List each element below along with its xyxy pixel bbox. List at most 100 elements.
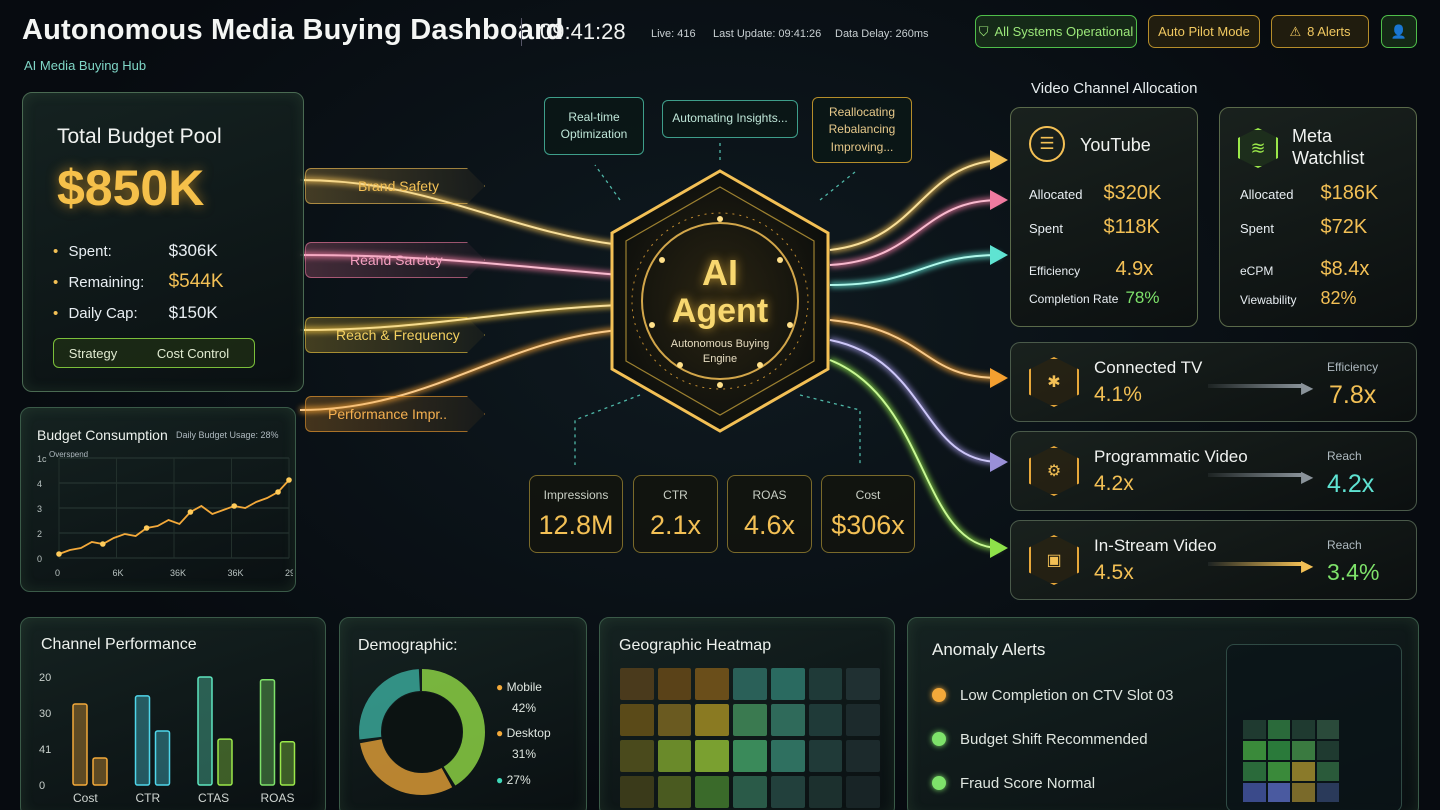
bar (72, 703, 88, 786)
youtube-allocated-row: Allocated $320K (1029, 182, 1194, 205)
heatmap-cell (657, 668, 692, 700)
alert-item[interactable]: Budget Shift Recommended (932, 717, 1173, 761)
viewability-label: Viewability (1240, 293, 1297, 307)
heatmap-cell (770, 668, 805, 700)
heatmap-cell (770, 776, 805, 808)
programmatic-name: Programmatic Video (1094, 447, 1248, 466)
meta-allocated-row: Allocated $186K (1240, 182, 1410, 205)
map-cell (1243, 741, 1266, 760)
budget-consumption-title: Budget Consumption (37, 427, 168, 443)
meta-card[interactable]: ≋ Meta Watchlist Allocated $186K Spent $… (1219, 107, 1417, 327)
youtube-card[interactable]: ☰ YouTube Allocated $320K Spent $118K Ef… (1010, 107, 1198, 327)
bullet-icon: • (53, 274, 59, 291)
alert-item[interactable]: Low Completion on CTV Slot 03 (932, 673, 1173, 717)
channel-performance-chart: 20 30 41 0 Cost CTR CTAS ROAS (39, 672, 296, 805)
meta-cpm-row: eCPM $8.4x (1240, 258, 1410, 281)
spent-value: $306K (168, 241, 218, 260)
data-point (100, 541, 106, 547)
arrow-head: ▶ (1301, 558, 1314, 575)
programmatic-value: 4.2x (1094, 472, 1134, 495)
ai-agent-title-1: AI (702, 252, 738, 293)
channel-performance-title: Channel Performance (41, 636, 197, 653)
heatmap-cell (695, 668, 730, 700)
bullet-icon: • (53, 243, 59, 260)
desktop-label: Desktop (506, 726, 551, 740)
connected-tv-card[interactable]: ✱ Connected TV 4.1% ▶ Efficiency 7.8x (1010, 342, 1417, 422)
map-cell (1243, 720, 1266, 739)
tag-realtime-optimization: Real-time Optimization (544, 97, 644, 155)
budget-consumption-chart: 1c 4 3 2 0 0 6K 36K 36K 29K (37, 454, 293, 578)
youtube-efficiency-row: Efficiency 4.9x (1029, 258, 1194, 281)
alert-item[interactable]: Fraud Score Normal (932, 761, 1173, 805)
heatmap-cell (657, 740, 692, 772)
y-tick-label: 4 (37, 479, 42, 489)
y-tick-label: 0 (39, 780, 45, 792)
flow-brand-safety-2-label: Reand Saretcy (350, 252, 443, 268)
kpi-value: 12.8M (538, 510, 614, 540)
x-tick-label: CTR (136, 791, 161, 805)
meta-spent-row: Spent $72K (1240, 216, 1410, 239)
meta-name-2: Watchlist (1292, 148, 1365, 168)
heatmap-cell (770, 704, 805, 736)
in-stream-value: 4.5x (1094, 561, 1134, 584)
legend-dot: ● (496, 773, 504, 787)
map-cell (1292, 720, 1315, 739)
y-tick-label: 3 (37, 504, 42, 514)
in-stream-metric-value: 3.4% (1327, 559, 1380, 585)
cost-control-option[interactable]: Cost Control (132, 346, 254, 361)
arrow-head: ▶ (1301, 380, 1314, 397)
y-tick-label: 41 (39, 744, 51, 756)
connected-tv-metric-value: 7.8x (1329, 381, 1377, 409)
strategy-option[interactable]: Strategy (54, 346, 132, 361)
kpi-label: Cost (855, 488, 881, 502)
anomaly-map-grid (1243, 720, 1339, 802)
heatmap-cell (620, 740, 654, 772)
map-cell (1243, 762, 1266, 781)
ai-agent-title-2: Agent (671, 292, 769, 330)
y-tick-label: 0 (37, 554, 42, 564)
alert-text: Budget Shift Recommended (960, 730, 1148, 748)
budget-pool-panel: Total Budget Pool $850K • Spent: $306K •… (22, 92, 304, 392)
geo-heatmap-panel: Geographic Heatmap (599, 617, 895, 810)
completion-label: Completion Rate (1029, 292, 1119, 306)
heatmap-cell (657, 704, 692, 736)
youtube-name: YouTube (1080, 135, 1151, 155)
flow-performance: Performance Impr.. (305, 396, 485, 432)
x-tick-label: 36K (170, 568, 186, 578)
efficiency-label: Efficiency (1029, 264, 1081, 278)
ai-agent-subtitle: Autonomous Buying Engine (670, 338, 770, 366)
heatmap-cell (695, 776, 730, 808)
legend-mobile: ● Mobile (496, 680, 542, 694)
anomaly-title: Anomaly Alerts (932, 640, 1046, 659)
tv-icon: ✱ (1029, 357, 1079, 407)
map-cell (1267, 783, 1290, 802)
tag-reallocating: Reallocating Rebalancing Improving... (812, 97, 912, 163)
budget-consumption-panel: Budget Consumption Daily Budget Usage: 2… (20, 407, 296, 592)
arrow-right-icon (1208, 384, 1303, 388)
geo-heatmap-grid (620, 668, 880, 808)
kpi-value: $306x (831, 510, 905, 540)
heatmap-cell (620, 776, 654, 808)
ok-dot-icon (932, 732, 946, 746)
x-tick-label: 6K (113, 568, 124, 578)
x-tick-label: 29K (285, 568, 293, 578)
data-point (56, 551, 62, 557)
heatmap-cell (733, 704, 767, 736)
daily-cap-row: • Daily Cap: $150K (53, 303, 218, 323)
map-cell (1316, 762, 1339, 781)
heatmap-cell (620, 704, 654, 736)
viewability-value: 82% (1320, 288, 1357, 308)
y-tick-label: 2 (37, 529, 42, 539)
flow-brand-safety-label: Brand Safety (358, 178, 439, 194)
daily-cap-label: Daily Cap: (68, 305, 138, 322)
programmatic-video-card[interactable]: ⚙ Programmatic Video 4.2x ▶ Reach 4.2x (1010, 431, 1417, 511)
x-tick-label: ROAS (261, 791, 295, 805)
data-point (143, 525, 150, 531)
programmatic-metric-value: 4.2x (1327, 470, 1375, 498)
channel-performance-panel: Channel Performance 20 30 41 0 Cost CTR CTAS RO… (20, 617, 326, 810)
mobile-label: Mobile (506, 680, 542, 694)
arrow-right-icon (1208, 473, 1303, 477)
strategy-toggle[interactable]: Strategy Cost Control (53, 338, 255, 368)
in-stream-metric-label: Reach (1327, 538, 1362, 552)
in-stream-video-card[interactable]: ▣ In-Stream Video 4.5x ▶ Reach 3.4% (1010, 520, 1417, 600)
